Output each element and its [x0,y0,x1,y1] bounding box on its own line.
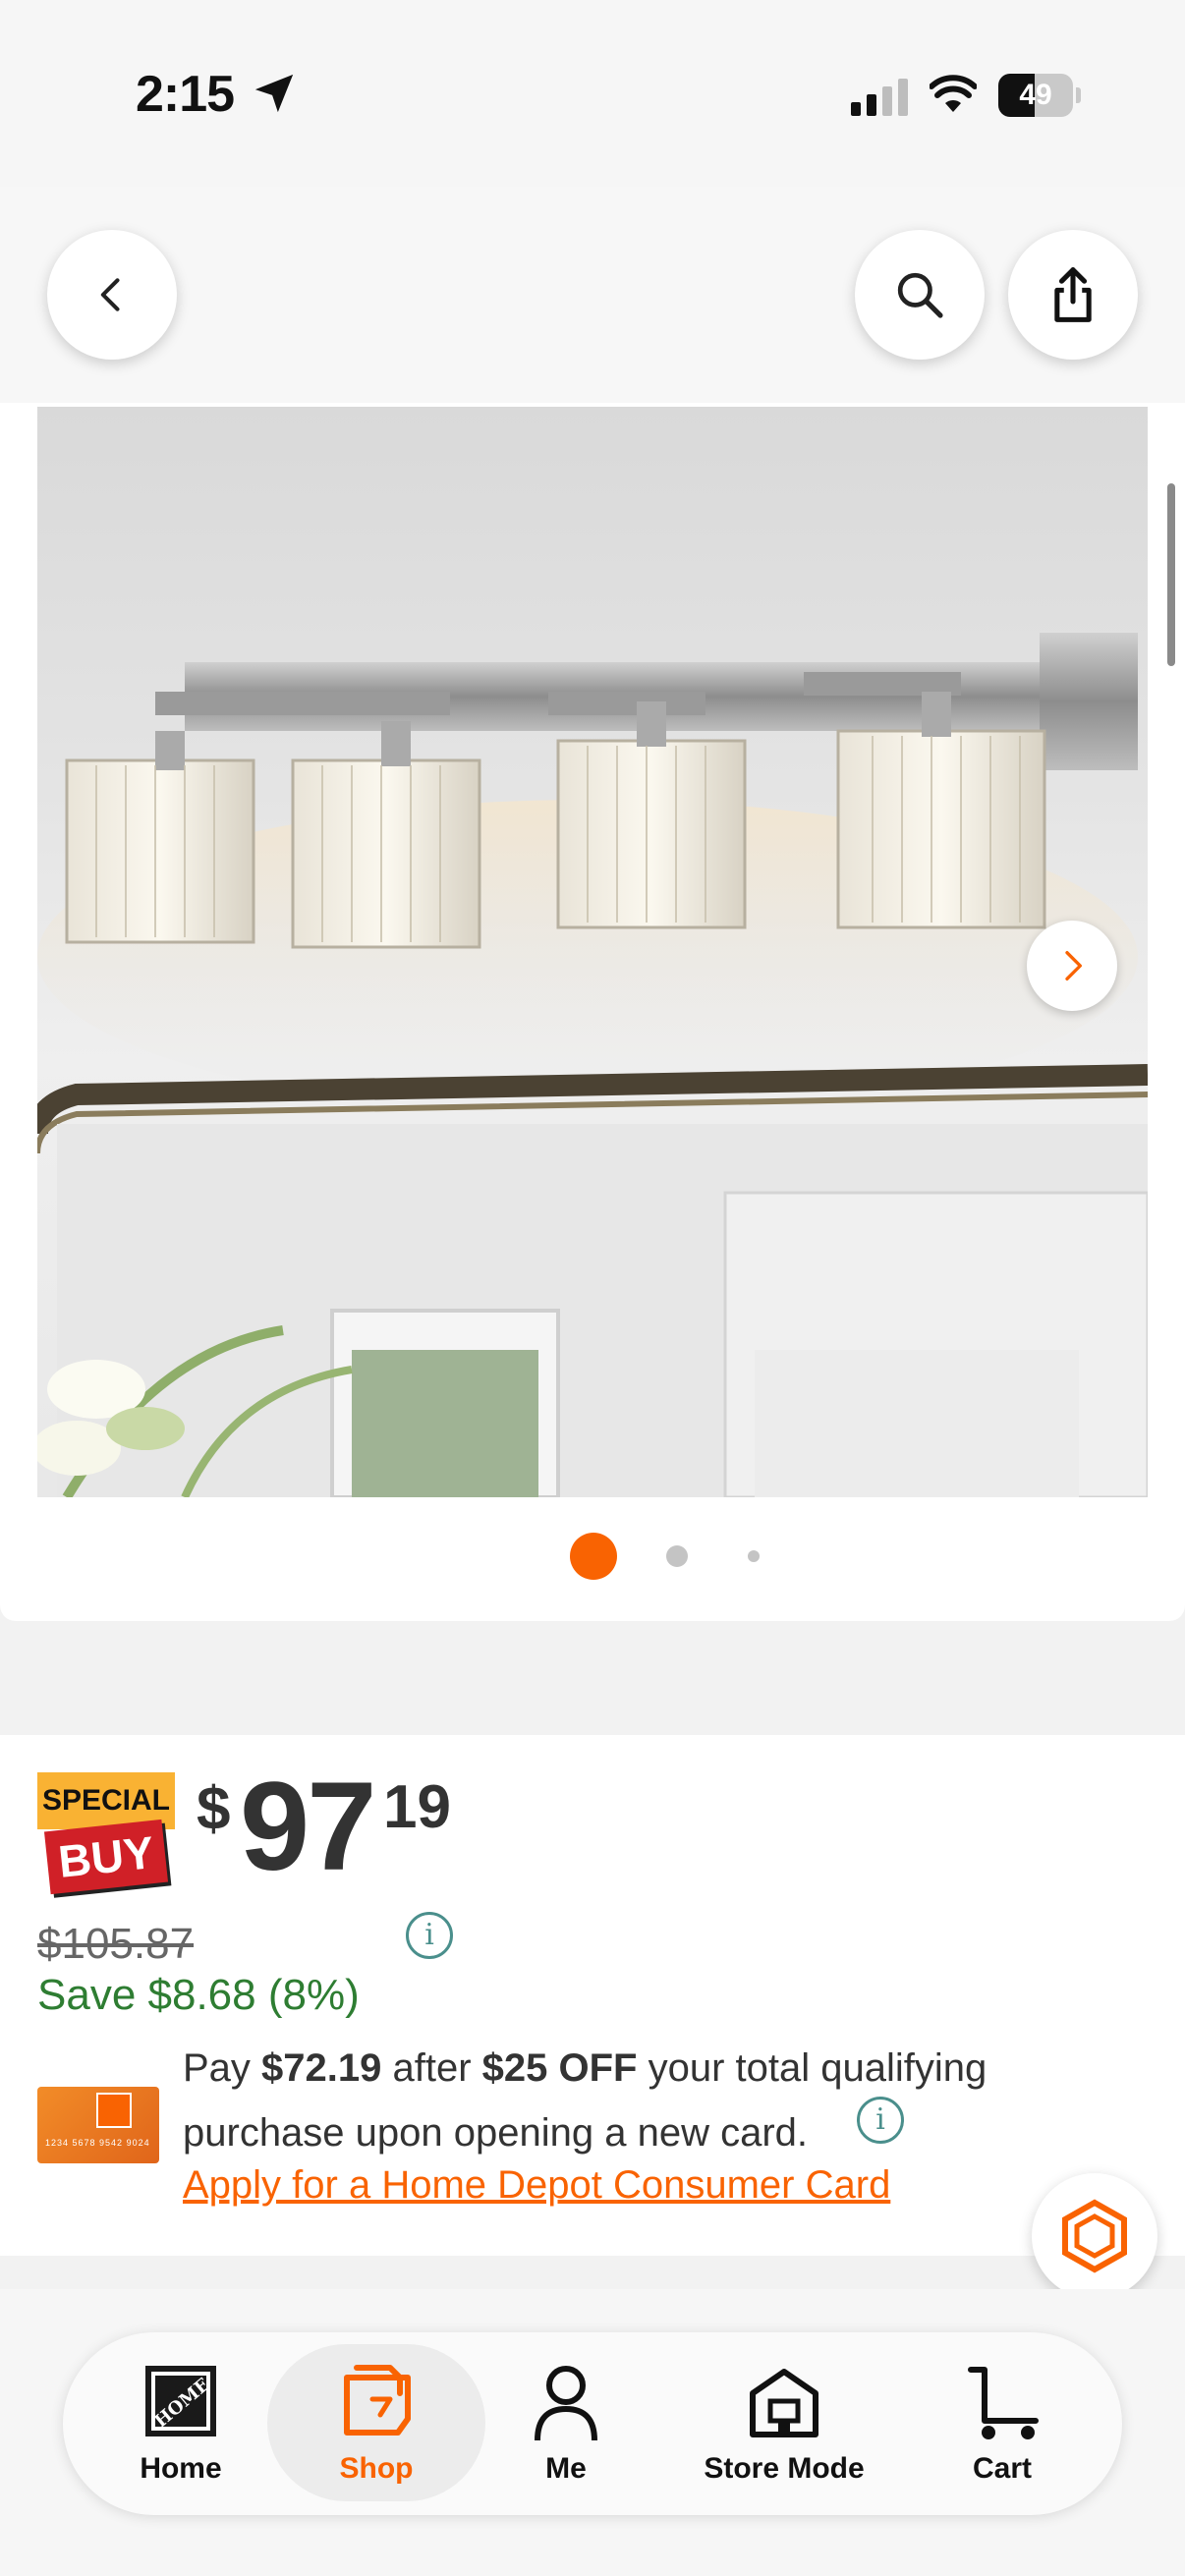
tab-me[interactable]: Me [517,2358,615,2495]
status-bar: 2:15 49 [0,0,1185,187]
tab-home-label: Home [140,2452,222,2485]
price-currency: $ [197,1775,231,1843]
card-promo-text: Pay $72.19 after $25 OFF your total qual… [183,2036,1047,2165]
tab-store-mode-label: Store Mode [704,2452,865,2485]
chat-hexagon-icon [1062,2199,1127,2273]
home-depot-card-logo [96,2093,132,2128]
gallery-dot[interactable] [666,1545,688,1567]
info-icon[interactable]: i [406,1912,453,1959]
search-button[interactable] [855,230,985,360]
product-image-illustration [37,633,1148,1497]
special-buy-badge: SPECIAL BUY [37,1772,175,1898]
home-depot-logo-icon: HOME [143,2364,218,2443]
person-icon [532,2364,600,2447]
promo-off-amount: $25 OFF [481,2046,638,2090]
chat-button[interactable] [1032,2173,1157,2299]
was-price: $105.87 [37,1920,195,1968]
apply-card-link[interactable]: Apply for a Home Depot Consumer Card [183,2163,890,2208]
gallery-page-dots [0,1533,1185,1582]
gallery-dot[interactable] [570,1533,617,1580]
tab-cart[interactable]: Cart [953,2358,1051,2495]
price-cents: 19 [383,1773,451,1841]
share-icon [1054,267,1092,322]
battery-percent: 49 [1019,79,1052,111]
product-image[interactable] [37,407,1148,1497]
location-arrow-icon [254,74,294,113]
search-icon [897,272,943,318]
battery-icon: 49 [998,74,1081,117]
credit-card-image: 1234 5678 9542 9024 [37,2087,159,2163]
shop-tag-icon [339,2364,414,2443]
chevron-right-icon [1065,951,1082,980]
tab-store-mode[interactable]: Store Mode [688,2358,880,2495]
next-image-button[interactable] [1027,921,1117,1011]
cart-icon [963,2364,1042,2447]
badge-bottom-label: BUY [43,1819,169,1895]
chevron-left-icon [100,278,120,311]
card-number: 1234 5678 9542 9024 [45,2138,150,2148]
price-whole: 97 [240,1757,376,1897]
scroll-indicator[interactable] [1167,483,1175,666]
back-button[interactable] [47,230,177,360]
gallery-dot[interactable] [748,1550,760,1562]
tab-home[interactable]: HOME Home [116,2358,246,2495]
wifi-icon [930,75,977,112]
cellular-signal-icon [851,79,908,116]
promo-pay-amount: $72.19 [261,2046,382,2090]
tab-me-label: Me [545,2452,587,2485]
promo-after: after [381,2046,482,2090]
tab-cart-label: Cart [972,2452,1032,2485]
tab-shop-label: Shop [339,2452,414,2485]
promo-info-icon[interactable]: i [857,2097,904,2144]
tab-shop[interactable]: Shop [312,2358,440,2495]
share-button[interactable] [1008,230,1138,360]
promo-pay-prefix: Pay [183,2046,262,2090]
savings-text: Save $8.68 (8%) [37,1971,360,2019]
store-icon [745,2364,823,2443]
status-time: 2:15 [136,66,235,123]
